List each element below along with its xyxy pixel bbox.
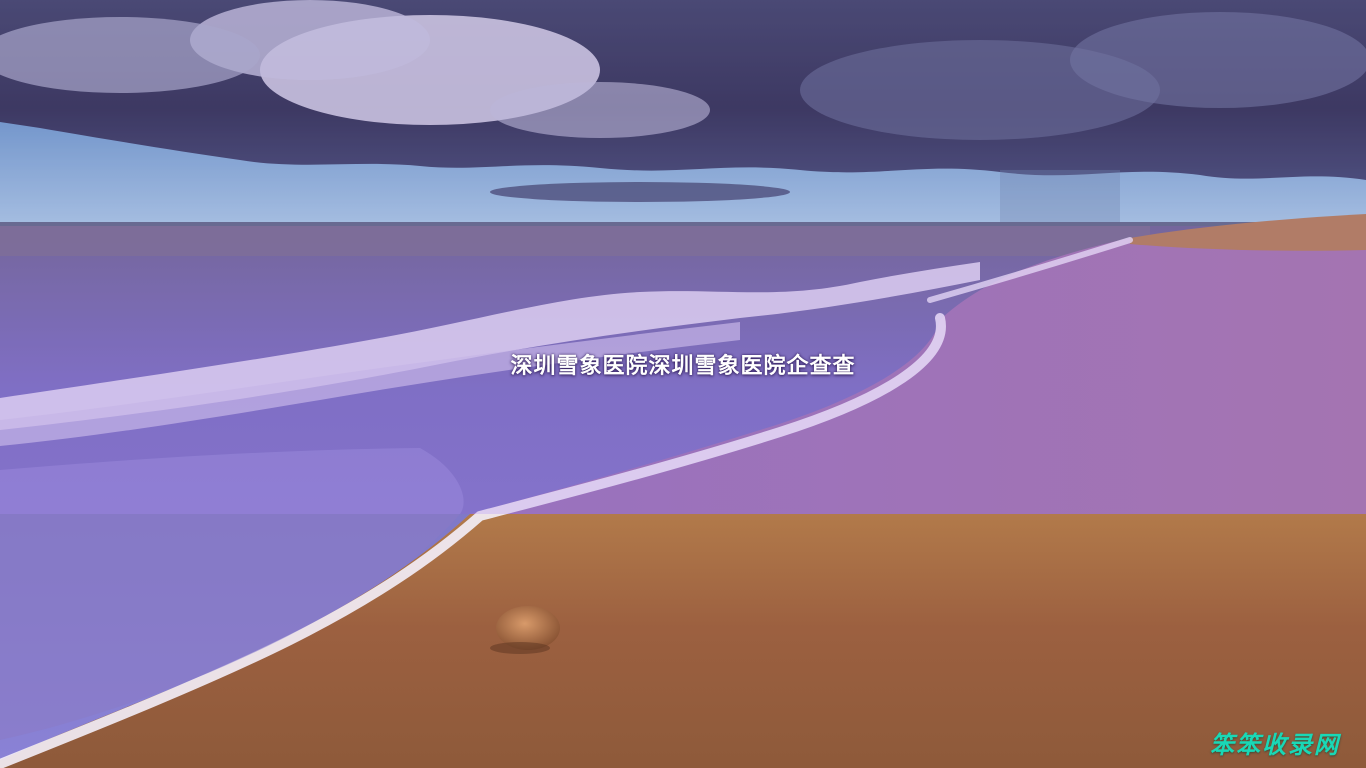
beach-scene (0, 0, 1366, 768)
site-watermark: 笨笨收录网 (1210, 731, 1340, 759)
page-title: 深圳雪象医院深圳雪象医院企查查 (510, 354, 856, 379)
wallpaper-image: 深圳雪象医院深圳雪象医院企查查 笨笨收录网 (0, 0, 1366, 768)
